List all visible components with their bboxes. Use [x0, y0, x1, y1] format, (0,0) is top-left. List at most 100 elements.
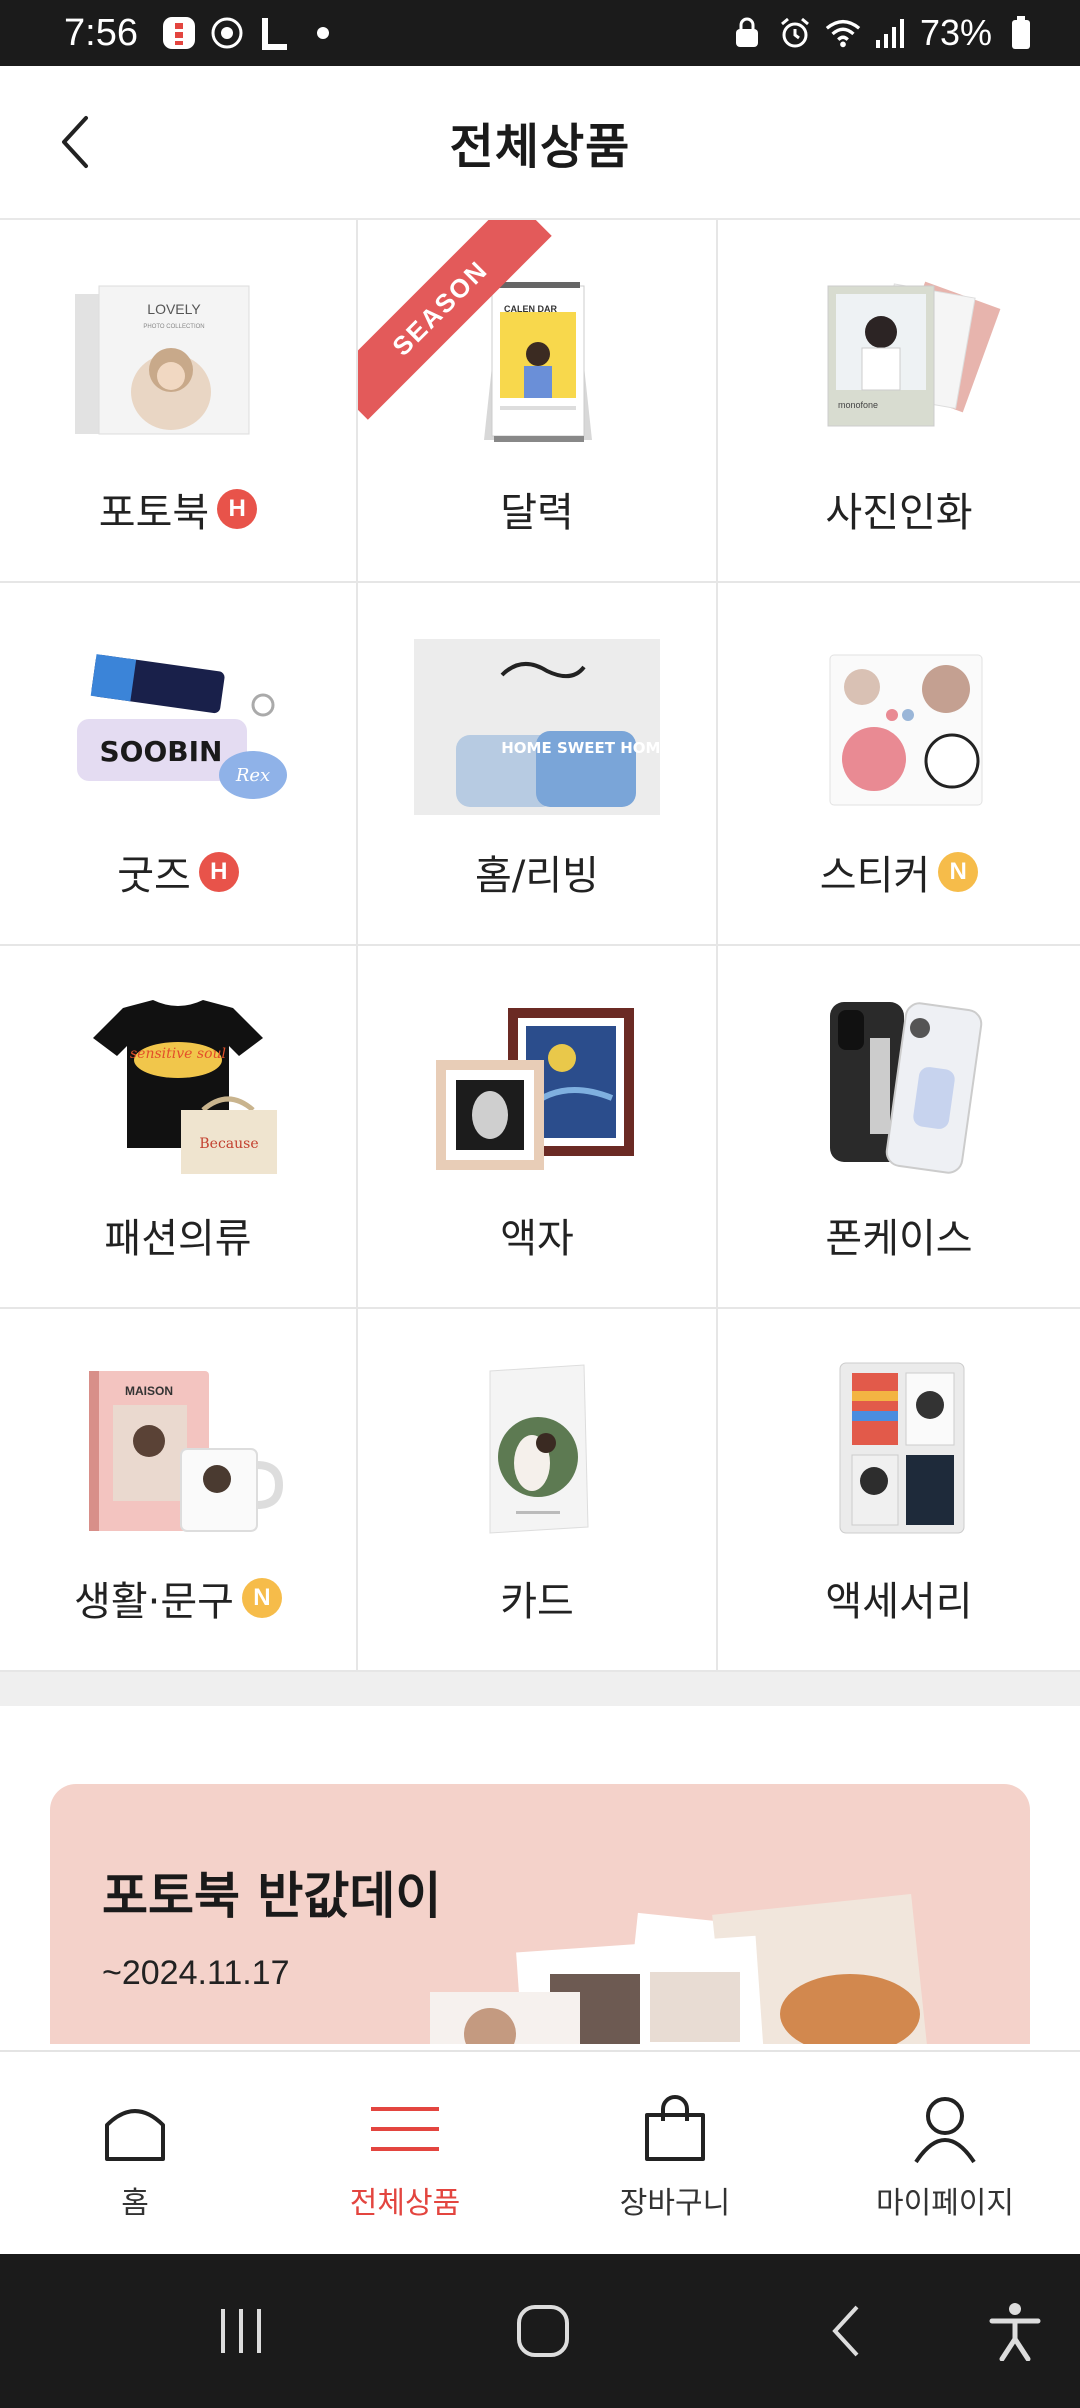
- home-button-icon[interactable]: [508, 2296, 578, 2366]
- lifestyle-image: MAISON: [53, 1361, 303, 1541]
- category-label-row: 생활·문구 N: [74, 1569, 282, 1627]
- category-label-row: 사진인화: [825, 480, 972, 538]
- nav-label: 장바구니: [619, 2186, 731, 2221]
- category-label-row: 액세서리: [825, 1569, 972, 1627]
- category-frames[interactable]: 액자: [358, 946, 718, 1309]
- home-icon: [98, 2092, 172, 2166]
- shopping-bag-icon: [638, 2092, 712, 2166]
- back-button[interactable]: [36, 102, 116, 182]
- category-grid: LOVELY PHOTO COLLECTION 포토북 H SEASON CAL…: [0, 220, 1080, 1672]
- category-label: 달력: [500, 490, 574, 536]
- status-time: 7:56: [64, 11, 138, 54]
- category-label: 패션의류: [104, 1216, 252, 1262]
- accessories-image: [774, 1361, 1024, 1541]
- frames-image: [412, 998, 662, 1178]
- category-card[interactable]: 카드: [358, 1309, 718, 1672]
- category-label: 포토북: [98, 490, 210, 536]
- hot-badge: H: [217, 489, 258, 529]
- accessibility-icon[interactable]: [980, 2296, 1050, 2366]
- category-goods[interactable]: SOOBIN Rex 굿즈 H: [0, 583, 358, 946]
- category-photobook[interactable]: LOVELY PHOTO COLLECTION 포토북 H: [0, 220, 358, 583]
- category-accessories[interactable]: 액세서리: [718, 1309, 1080, 1672]
- category-label-row: 폰케이스: [825, 1206, 972, 1264]
- section-divider: [0, 1672, 1080, 1706]
- chevron-left-icon: [62, 116, 88, 168]
- goods-tag-text: SOOBIN: [100, 735, 223, 768]
- notebook-text: MAISON: [125, 1384, 173, 1398]
- pillow-text: HOME SWEET HOME: [501, 739, 662, 757]
- goods-charm-text: Rex: [235, 765, 270, 786]
- lock-icon: [728, 14, 766, 52]
- card-image: [412, 1361, 662, 1541]
- battery-icon: [1002, 14, 1040, 52]
- new-badge: N: [241, 1578, 282, 1618]
- category-label: 생활·문구: [74, 1579, 234, 1625]
- signal-icon: [872, 14, 910, 52]
- category-label-row: 액자: [500, 1206, 574, 1264]
- banner-title: 포토북 반값데이: [102, 1867, 442, 1925]
- category-phone-case[interactable]: 폰케이스: [718, 946, 1080, 1309]
- recent-apps-icon[interactable]: [206, 2296, 276, 2366]
- l-app-icon: [256, 14, 294, 52]
- photobook-cover-title: LOVELY: [147, 301, 201, 317]
- tshirt-text: sensitive soul: [130, 1046, 226, 1062]
- category-calendar[interactable]: SEASON CALEN DAR 달력: [358, 220, 718, 583]
- nav-home[interactable]: 홈: [0, 2052, 270, 2254]
- category-fashion[interactable]: sensitive soul Because 패션의류: [0, 946, 358, 1309]
- category-label: 사진인화: [825, 490, 973, 536]
- category-label-row: 포토북 H: [98, 480, 258, 538]
- nav-label: 홈: [121, 2186, 149, 2221]
- nav-all-products[interactable]: 전체상품: [270, 2052, 540, 2254]
- wifi-icon: [824, 14, 862, 52]
- status-icons-right: 73%: [728, 12, 1040, 54]
- category-label-row: 카드: [500, 1569, 574, 1627]
- dot-icon: [304, 14, 342, 52]
- category-stickers[interactable]: 스티커 N: [718, 583, 1080, 946]
- banner-date: ~2024.11.17: [102, 1954, 290, 1992]
- category-label-row: 굿즈 H: [117, 843, 239, 901]
- print-brand-text: monofone: [838, 400, 878, 410]
- nav-my-page[interactable]: 마이페이지: [810, 2052, 1080, 2254]
- photo-print-image: monofone: [774, 272, 1024, 452]
- page-title: 전체상품: [449, 119, 631, 175]
- category-label-row: 홈/리빙: [475, 843, 599, 901]
- category-lifestyle-stationery[interactable]: MAISON 생활·문구 N: [0, 1309, 358, 1672]
- photobook-image: LOVELY PHOTO COLLECTION: [53, 272, 303, 452]
- bottom-navigation: 홈 전체상품 장바구니 마이페이지: [0, 2050, 1080, 2254]
- app-header: 전체상품: [0, 66, 1080, 220]
- photobook-cover-subtitle: PHOTO COLLECTION: [143, 324, 204, 330]
- nav-cart[interactable]: 장바구니: [540, 2052, 810, 2254]
- banner-photobook-art: [430, 1894, 928, 2044]
- alarm-icon: [776, 14, 814, 52]
- nav-label: 마이페이지: [876, 2186, 1014, 2221]
- category-label: 스티커: [819, 853, 931, 899]
- category-home-living[interactable]: HOME SWEET HOME 홈/리빙: [358, 583, 718, 946]
- hot-badge: H: [198, 852, 239, 892]
- new-badge: N: [938, 852, 979, 892]
- category-label: 액세서리: [825, 1579, 973, 1625]
- menu-icon: [368, 2092, 442, 2166]
- target-app-icon: [208, 14, 246, 52]
- goods-image: SOOBIN Rex: [53, 635, 303, 815]
- category-label-row: 스티커 N: [819, 843, 979, 901]
- promo-banner[interactable]: 포토북 반값데이 ~2024.11.17: [50, 1784, 1030, 2044]
- system-navigation-bar: [0, 2254, 1080, 2408]
- category-photo-print[interactable]: monofone 사진인화: [718, 220, 1080, 583]
- status-bar: 7:56 73%: [0, 0, 1080, 66]
- nav-label: 전체상품: [349, 2186, 461, 2221]
- category-label: 굿즈: [117, 853, 191, 899]
- stickers-image: [774, 635, 1024, 815]
- calendar-cover-text: CALEN DAR: [504, 304, 557, 314]
- back-icon[interactable]: [812, 2296, 882, 2366]
- category-label: 액자: [500, 1216, 574, 1262]
- category-label: 폰케이스: [825, 1216, 973, 1262]
- status-icons-left: [160, 14, 342, 52]
- category-label: 홈/리빙: [475, 853, 599, 899]
- category-label-row: 패션의류: [104, 1206, 251, 1264]
- phone-case-image: [774, 998, 1024, 1178]
- bag-text: Because: [199, 1136, 258, 1152]
- category-label-row: 달력: [500, 480, 574, 538]
- category-label: 카드: [500, 1579, 574, 1625]
- home-living-image: HOME SWEET HOME: [412, 635, 662, 815]
- fashion-image: sensitive soul Because: [53, 998, 303, 1178]
